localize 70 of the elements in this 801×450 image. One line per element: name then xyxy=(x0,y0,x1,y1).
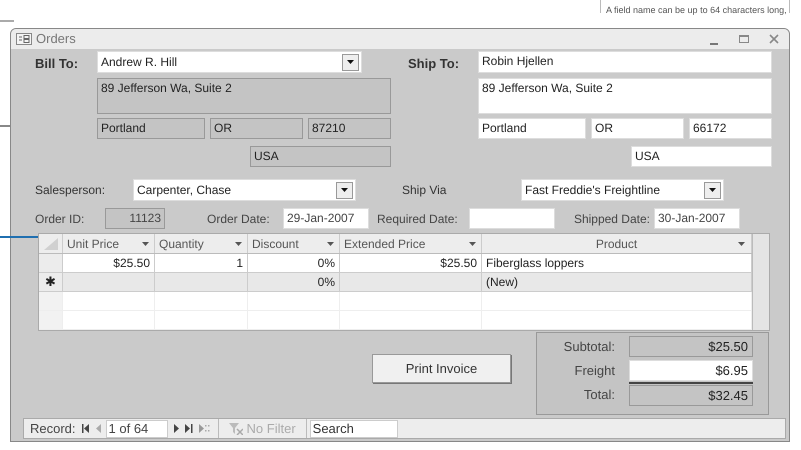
leader-line xyxy=(0,236,38,238)
dropdown-arrow-icon xyxy=(142,242,149,246)
field-label: Order Date: xyxy=(207,210,271,228)
dropdown-arrow-icon xyxy=(469,242,476,246)
table-cell: 0% xyxy=(248,254,340,272)
text-field[interactable]: 11123 xyxy=(105,208,165,229)
table-cell: $25.50 xyxy=(340,254,482,272)
dropdown-arrow-icon xyxy=(235,242,242,246)
text-field[interactable]: Robin Hjellen xyxy=(478,51,772,73)
text-field[interactable]: $6.95 xyxy=(629,360,753,381)
filter-icon xyxy=(228,422,243,434)
dropdown-field[interactable]: Fast Freddie's Freightline xyxy=(521,179,724,201)
field-label: Salesperson: xyxy=(35,182,106,199)
window-title: Orders xyxy=(36,30,76,48)
dropdown-arrow-icon xyxy=(347,60,354,64)
text-field[interactable]: USA xyxy=(250,146,391,167)
text-field[interactable]: 29-Jan-2007 xyxy=(283,208,369,229)
field-label: Required Date: xyxy=(377,210,459,228)
dropdown-arrow-icon xyxy=(327,242,334,246)
field-label: Ship Via xyxy=(402,182,448,199)
column-header[interactable]: Extended Price xyxy=(340,234,482,253)
text-field[interactable]: USA xyxy=(631,146,772,167)
field-label: Ship To: xyxy=(408,55,460,73)
text-field[interactable]: 87210 xyxy=(308,118,391,139)
search-field[interactable]: Search xyxy=(310,420,398,438)
text-field[interactable]: 89 Jefferson Wa, Suite 2 xyxy=(478,78,772,114)
nav-label: Record: xyxy=(30,420,76,438)
dropdown-arrow-icon xyxy=(738,242,745,246)
field-label: Subtotal: xyxy=(562,338,615,356)
field-label: Freight xyxy=(574,362,615,380)
new-record-icon xyxy=(198,424,210,433)
dropdown-field[interactable]: Andrew R. Hill xyxy=(97,51,362,73)
maximize-icon xyxy=(739,35,749,43)
column-header[interactable]: Quantity xyxy=(155,234,248,253)
dropdown-arrow-icon xyxy=(341,188,348,192)
table-cell: 1 xyxy=(155,254,248,272)
text-field[interactable]: OR xyxy=(591,118,684,139)
dropdown-field[interactable]: Carpenter, Chase xyxy=(133,179,356,201)
print-invoice-button[interactable]: Print Invoice xyxy=(372,354,511,383)
text-field[interactable]: 30-Jan-2007 xyxy=(654,208,740,229)
table-cell: 0% xyxy=(248,273,340,291)
field-label: Shipped Date: xyxy=(572,210,651,228)
table-cell: $25.50 xyxy=(63,254,155,272)
text-field[interactable]: 89 Jefferson Wa, Suite 2 xyxy=(97,78,391,114)
field-label: Bill To: xyxy=(35,55,80,73)
text-field[interactable]: Portland xyxy=(97,118,205,139)
dropdown-arrow-icon xyxy=(709,188,716,192)
column-header[interactable]: Unit Price xyxy=(63,234,155,253)
next-record-icon xyxy=(174,424,179,433)
field-label: Total: xyxy=(582,386,615,404)
field-label: Order ID: xyxy=(35,210,86,228)
record-number-field[interactable]: 1 of 64 xyxy=(106,420,168,438)
background-text: A field name can be up to 64 characters long, xyxy=(606,4,787,16)
first-record-icon xyxy=(82,424,90,433)
text-field[interactable]: 66172 xyxy=(689,118,772,139)
dropdown-button[interactable] xyxy=(342,54,359,70)
text-field[interactable] xyxy=(469,208,555,229)
row-selector[interactable]: ✱ xyxy=(39,273,63,291)
form-icon xyxy=(16,33,32,45)
corner-icon xyxy=(44,238,58,250)
close-button[interactable] xyxy=(767,32,781,46)
dropdown-button[interactable] xyxy=(704,182,721,198)
close-icon xyxy=(769,34,779,44)
previous-record-icon xyxy=(96,424,101,433)
column-header[interactable]: Discount xyxy=(248,234,340,253)
text-field[interactable]: Portland xyxy=(478,118,586,139)
last-record-icon xyxy=(184,424,193,433)
minimize-icon xyxy=(710,43,718,46)
text-field[interactable]: OR xyxy=(210,118,303,139)
dropdown-button[interactable] xyxy=(336,182,353,198)
